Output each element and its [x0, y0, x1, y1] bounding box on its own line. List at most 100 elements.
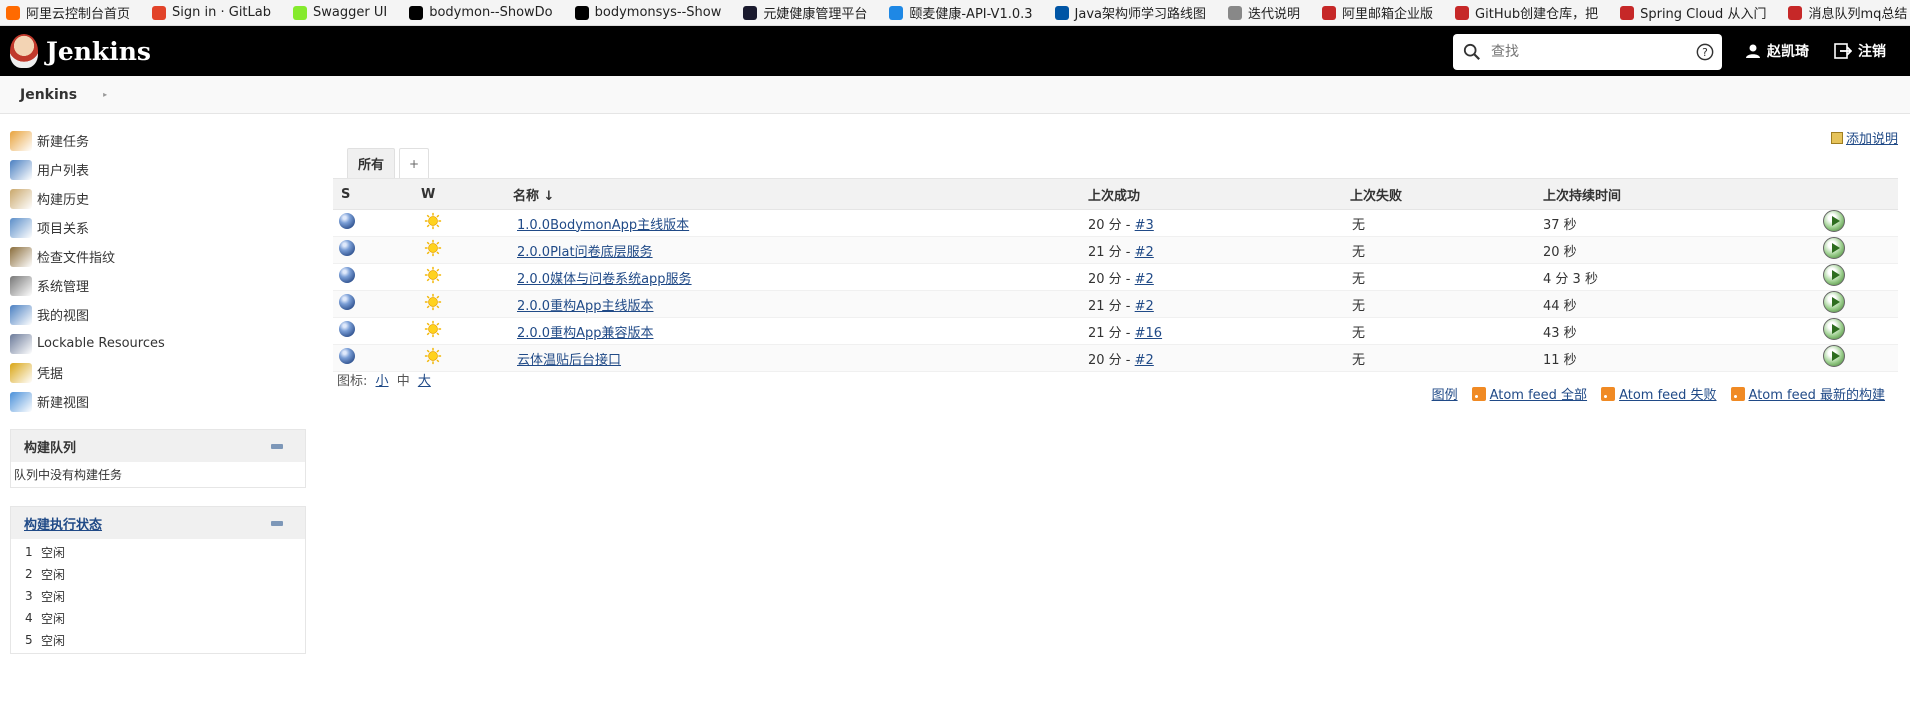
schedule-build-icon[interactable]	[1823, 291, 1845, 313]
sidebar-task-item[interactable]: Lockable Resources	[10, 329, 306, 358]
bookmark-item[interactable]: Swagger UI	[293, 5, 387, 20]
bookmark-item[interactable]: 颐麦健康-API-V1.0.3	[889, 3, 1033, 22]
last-failure-text: 无	[1352, 352, 1366, 368]
executors-list: 1 空闲 2 空闲 3 空闲 4 空闲 5 空闲	[11, 539, 305, 653]
bookmark-item[interactable]: 迭代说明	[1228, 3, 1300, 22]
bookmark-item[interactable]: 消息队列mq总结（重	[1788, 3, 1910, 22]
sidebar-task-item[interactable]: 我的视图	[10, 300, 306, 329]
fingerprint-icon	[10, 246, 32, 267]
last-success-build-link[interactable]: #3	[1135, 218, 1154, 233]
job-name-link[interactable]: 2.0.0重构App主线版本	[517, 299, 653, 314]
job-weather-cell	[421, 209, 513, 237]
build-queue-header: 构建队列	[11, 430, 305, 462]
bookmark-favicon-icon	[1054, 5, 1069, 20]
tab-new-view[interactable]: +	[399, 148, 430, 178]
bookmark-item[interactable]: GitHub创建仓库，把	[1455, 3, 1598, 22]
bookmark-favicon-icon	[1228, 5, 1242, 20]
sidebar-task-label: 构建历史	[37, 193, 90, 208]
atom-feed-failed-link[interactable]: Atom feed 失败	[1601, 384, 1717, 403]
bookmark-item[interactable]: 阿里邮箱企业版	[1322, 3, 1433, 22]
bookmark-label: Swagger UI	[313, 5, 388, 20]
job-name-link[interactable]: 2.0.0重构App兼容版本	[517, 326, 653, 341]
bookmark-item[interactable]: 元婕健康管理平台	[743, 3, 867, 22]
user-link[interactable]: 赵凯琦	[1745, 26, 1809, 76]
jenkins-logo-link[interactable]: Jenkins	[10, 34, 151, 68]
legend-link[interactable]: 图例	[1432, 384, 1458, 403]
schedule-build-icon[interactable]	[1823, 345, 1845, 367]
sidebar-task-item[interactable]: 新建视图	[10, 387, 306, 416]
collapse-icon[interactable]	[271, 521, 283, 526]
icon-size-small[interactable]: 小	[376, 374, 389, 389]
bookmark-item[interactable]: Spring Cloud 从入门	[1620, 3, 1766, 22]
last-success-time: 20 分 -	[1088, 352, 1135, 368]
last-success-build-link[interactable]: #2	[1135, 353, 1154, 368]
col-last-duration[interactable]: 上次持续时间	[1543, 178, 1820, 210]
bookmark-label: 颐麦健康-API-V1.0.3	[909, 7, 1033, 22]
sidebar: 新建任务用户列表构建历史项目关系 检查文件指纹 系统管理 我的视图 Lockable R…	[10, 126, 306, 654]
last-success-build-link[interactable]: #16	[1135, 326, 1162, 341]
last-success-build-link[interactable]: #2	[1135, 299, 1154, 314]
job-status-cell	[333, 344, 421, 372]
search-input[interactable]	[1491, 40, 1696, 64]
folder-icon	[10, 391, 32, 412]
schedule-build-icon[interactable]	[1823, 210, 1845, 232]
col-last-success[interactable]: 上次成功	[1088, 178, 1350, 210]
blue-ball-status-icon	[339, 213, 355, 229]
jenkins-header: Jenkins ? 赵凯琦 注销	[0, 26, 1910, 76]
add-description-label: 添加说明	[1845, 132, 1898, 147]
bookmark-item[interactable]: Sign in · GitLab	[152, 5, 271, 20]
last-success-build-link[interactable]: #2	[1135, 245, 1154, 260]
breadcrumb-jenkins[interactable]: Jenkins	[20, 87, 77, 103]
col-name[interactable]: 名称 ↓	[513, 178, 1088, 210]
blue-ball-status-icon	[339, 348, 355, 364]
bookmark-item[interactable]: bodymon--ShowDo	[409, 5, 553, 20]
sidebar-task-item[interactable]: 系统管理	[10, 271, 306, 300]
sidebar-task-item[interactable]: 项目关系	[10, 213, 306, 242]
blue-ball-status-icon	[339, 267, 355, 283]
bookmark-label: bodymon--ShowDo	[429, 5, 553, 20]
sidebar-task-item[interactable]: 凭据	[10, 358, 306, 387]
schedule-build-icon[interactable]	[1823, 237, 1845, 259]
logout-link[interactable]: 注销	[1834, 26, 1886, 76]
atom-feed-all-link[interactable]: Atom feed 全部	[1471, 384, 1587, 403]
collapse-icon[interactable]	[271, 444, 283, 449]
job-last-duration-cell: 44 秒	[1543, 290, 1820, 318]
job-name-link[interactable]: 1.0.0BodymonApp主线版本	[517, 218, 689, 233]
job-name-link[interactable]: 2.0.0媒体与问卷系统app服务	[517, 272, 692, 287]
rss-icon	[1601, 386, 1616, 401]
tab-all[interactable]: 所有	[347, 148, 396, 178]
last-success-build-link[interactable]: #2	[1135, 272, 1154, 287]
sidebar-task-item[interactable]: 检查文件指纹	[10, 242, 306, 271]
lock-icon	[10, 333, 32, 354]
last-duration-text: 43 秒	[1543, 325, 1577, 341]
col-weather[interactable]: W	[421, 178, 513, 210]
job-last-duration-cell: 11 秒	[1543, 344, 1820, 372]
help-icon[interactable]: ?	[1696, 43, 1714, 61]
atom-feed-latest-link[interactable]: Atom feed 最新的构建	[1730, 384, 1885, 403]
last-success-time: 20 分 -	[1088, 271, 1135, 287]
user-name: 赵凯琦	[1767, 44, 1809, 60]
col-last-failure[interactable]: 上次失败	[1350, 178, 1543, 210]
job-name-link[interactable]: 2.0.0Plat问卷底层服务	[517, 245, 653, 260]
job-name-cell: 2.0.0媒体与问卷系统app服务	[513, 263, 1088, 291]
icon-size-large[interactable]: 大	[418, 374, 431, 389]
breadcrumb-arrow-icon[interactable]: ▸	[103, 90, 107, 99]
notepad-icon	[10, 188, 32, 209]
col-actions	[1820, 178, 1898, 210]
sidebar-task-item[interactable]: 构建历史	[10, 184, 306, 213]
schedule-build-icon[interactable]	[1823, 264, 1845, 286]
job-name-link[interactable]: 云体温贴后台接口	[517, 353, 621, 368]
bookmark-favicon-icon	[6, 5, 20, 20]
col-status[interactable]: S	[333, 178, 421, 210]
sidebar-task-label: 用户列表	[37, 164, 90, 179]
bookmark-item[interactable]: 阿里云控制台首页	[6, 3, 130, 22]
bookmark-item[interactable]: bodymonsys--Show	[574, 5, 721, 20]
sidebar-task-label: 新建视图	[37, 396, 90, 411]
sidebar-task-item[interactable]: 用户列表	[10, 155, 306, 184]
executors-title-link[interactable]: 构建执行状态	[24, 514, 102, 533]
sidebar-task-item[interactable]: 新建任务	[10, 126, 306, 155]
schedule-build-icon[interactable]	[1823, 318, 1845, 340]
add-description-link[interactable]: 添加说明	[1830, 128, 1898, 147]
bookmark-item[interactable]: Java架构师学习路线图	[1054, 3, 1206, 22]
bookmark-label: GitHub创建仓库，把	[1475, 7, 1599, 22]
